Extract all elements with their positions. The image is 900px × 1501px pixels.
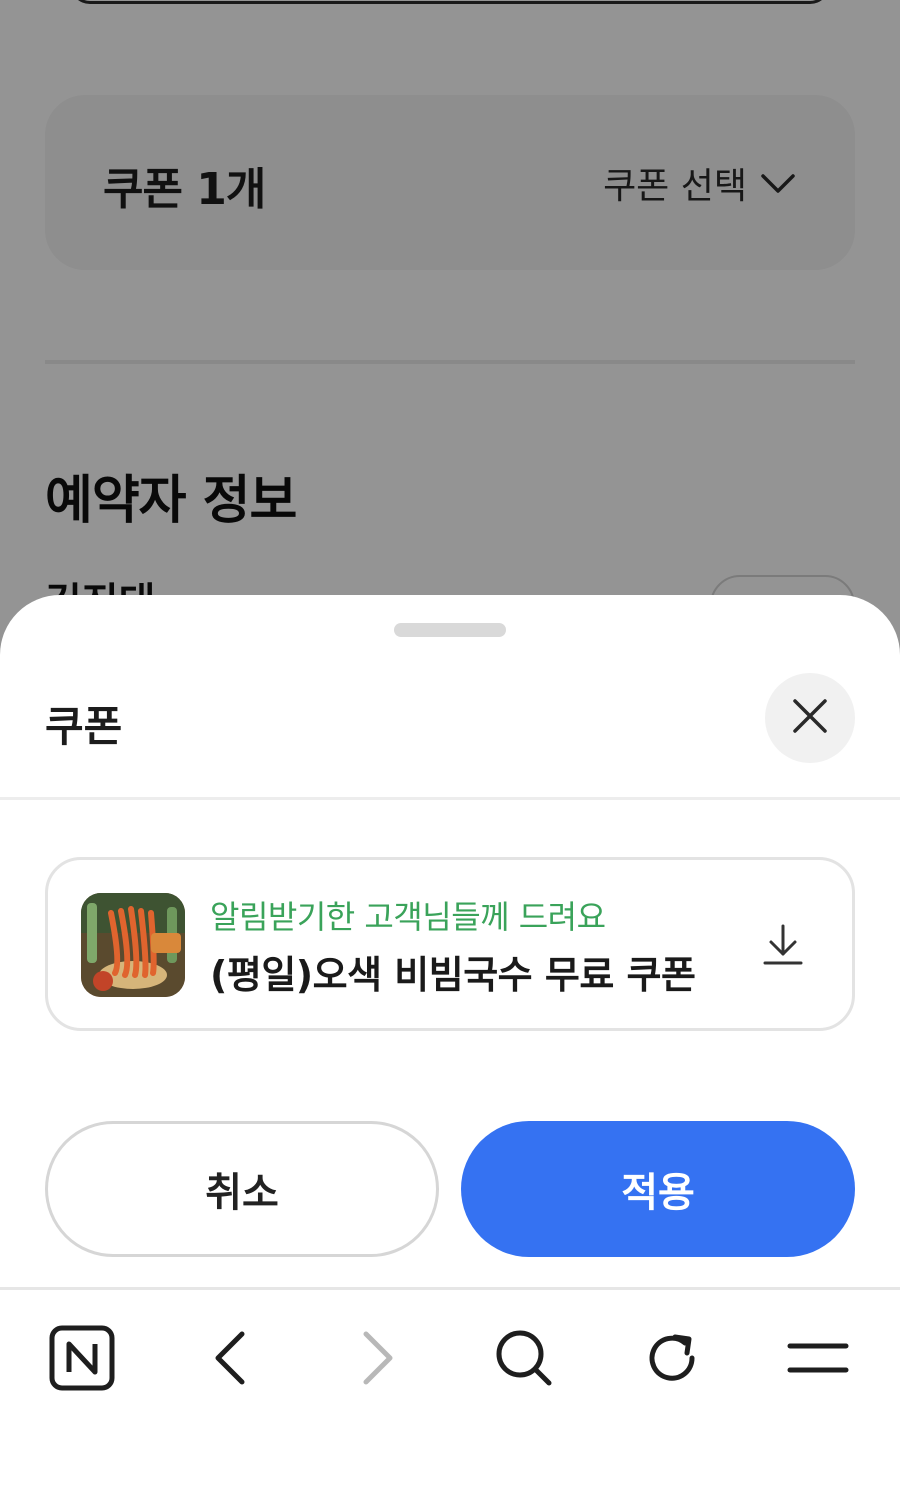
sheet-header-divider — [0, 797, 900, 800]
coupon-download-button[interactable] — [758, 922, 808, 972]
naver-home-button[interactable] — [42, 1320, 122, 1400]
browser-toolbar — [0, 1290, 900, 1420]
menu-icon — [786, 1338, 850, 1382]
close-button[interactable] — [765, 673, 855, 763]
menu-button[interactable] — [778, 1320, 858, 1400]
close-icon — [792, 698, 828, 738]
back-icon — [212, 1330, 248, 1390]
back-button[interactable] — [190, 1320, 270, 1400]
download-icon — [763, 924, 803, 970]
cancel-button[interactable]: 취소 — [45, 1121, 439, 1257]
naver-home-icon — [49, 1325, 115, 1395]
coupon-bottom-sheet: 쿠폰 알림받기한 고객님들께 드려요 (평일)오색 비빔국수 무료 쿠폰 취소 … — [0, 595, 900, 1501]
search-icon — [494, 1328, 554, 1392]
coupon-card[interactable]: 알림받기한 고객님들께 드려요 (평일)오색 비빔국수 무료 쿠폰 — [45, 857, 855, 1031]
sheet-drag-handle[interactable] — [394, 623, 506, 637]
coupon-thumbnail — [81, 893, 185, 997]
apply-button[interactable]: 적용 — [461, 1121, 855, 1257]
coupon-subtitle: 알림받기한 고객님들께 드려요 — [210, 898, 606, 936]
refresh-icon — [643, 1329, 701, 1391]
sheet-title: 쿠폰 — [45, 702, 123, 751]
coupon-name: (평일)오색 비빔국수 무료 쿠폰 — [210, 953, 696, 997]
noodle-dish-image — [81, 893, 185, 997]
refresh-button[interactable] — [632, 1320, 712, 1400]
forward-button[interactable] — [338, 1320, 418, 1400]
forward-icon — [360, 1330, 396, 1390]
search-button[interactable] — [484, 1320, 564, 1400]
